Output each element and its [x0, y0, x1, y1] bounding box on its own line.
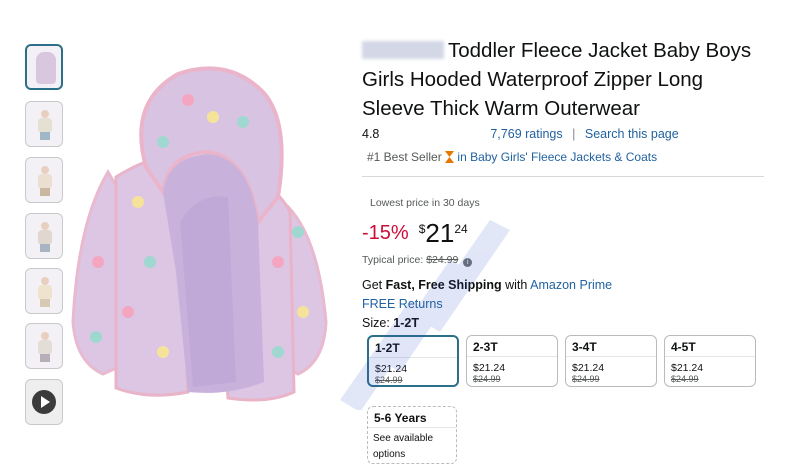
divider: [362, 176, 764, 177]
shipping-row: Get Fast, Free Shipping with Amazon Prim…: [362, 278, 612, 292]
size-option-5-6-years[interactable]: 5-6 Years See available options: [367, 406, 457, 464]
play-icon: [32, 390, 56, 414]
see-available-options: See available options: [373, 433, 434, 460]
size-option-price: $21.24: [671, 362, 704, 374]
shipping-get: Get: [362, 278, 383, 292]
info-icon[interactable]: i: [463, 258, 473, 267]
typical-price: Typical price: $24.99 i: [362, 254, 473, 267]
lowest-price-label: Lowest price in 30 days: [370, 197, 480, 209]
size-option-old-price: $24.99: [473, 374, 501, 384]
child-thumbnail-image: [37, 110, 53, 140]
thumbnail-5[interactable]: [25, 268, 63, 314]
size-label-row: Size: 1-2T: [362, 316, 419, 330]
size-option-1-2t[interactable]: 1-2T $21.24 $24.99: [367, 335, 459, 387]
best-seller-badge[interactable]: #1 Best Seller: [367, 150, 442, 164]
shipping-fast-free: Fast, Free Shipping: [385, 278, 502, 292]
thumbnail-3[interactable]: [25, 157, 63, 203]
thumbnail-1[interactable]: [25, 44, 63, 90]
typical-price-value: $24.99: [426, 254, 459, 266]
hourglass-icon: [445, 151, 455, 163]
size-option-old-price: $24.99: [572, 374, 600, 384]
size-option-price: $21.24: [473, 362, 506, 374]
ratings-count-link[interactable]: 7,769 ratings: [490, 127, 562, 141]
best-seller-category-link[interactable]: in Baby Girls' Fleece Jackets & Coats: [457, 150, 657, 164]
price-fraction: 24: [454, 222, 468, 236]
jacket-thumbnail-image: [36, 52, 56, 84]
brand-redaction: [362, 41, 444, 59]
size-option-price: $21.24: [375, 363, 408, 375]
separator: |: [572, 127, 576, 141]
best-seller-row: #1 Best Seller in Baby Girls' Fleece Jac…: [367, 150, 657, 164]
size-option-name: 1-2T: [375, 341, 400, 355]
child-thumbnail-image: [37, 332, 53, 362]
discount-percent: -15%: [362, 222, 409, 244]
child-thumbnail-image: [37, 277, 53, 307]
typical-price-label: Typical price:: [362, 254, 424, 266]
price-row: -15% $2124: [362, 218, 468, 252]
rating-value: 4.8: [362, 127, 380, 141]
child-thumbnail-image: [37, 166, 53, 196]
product-title: Toddler Fleece Jacket Baby Boys Girls Ho…: [362, 36, 762, 123]
size-option-name: 2-3T: [473, 340, 498, 354]
price-currency: $: [418, 222, 426, 236]
size-option-2-3t[interactable]: 2-3T $21.24 $24.99: [466, 335, 558, 387]
size-option-name: 3-4T: [572, 340, 597, 354]
size-option-4-5t[interactable]: 4-5T $21.24 $24.99: [664, 335, 756, 387]
thumbnail-4[interactable]: [25, 213, 63, 259]
thumbnail-6[interactable]: [25, 323, 63, 369]
amazon-prime-link[interactable]: Amazon Prime: [530, 278, 612, 292]
size-option-name: 4-5T: [671, 340, 696, 354]
size-label: Size:: [362, 316, 390, 330]
main-product-image[interactable]: [68, 62, 350, 412]
thumbnail-2[interactable]: [25, 101, 63, 147]
size-option-old-price: $24.99: [671, 374, 699, 384]
video-thumbnail[interactable]: [25, 379, 63, 425]
search-this-page-link[interactable]: Search this page: [585, 127, 679, 141]
size-option-price: $21.24: [572, 362, 605, 374]
size-option-3-4t[interactable]: 3-4T $21.24 $24.99: [565, 335, 657, 387]
size-option-old-price: $24.99: [375, 375, 403, 385]
price-whole: 21: [425, 218, 455, 248]
child-thumbnail-image: [37, 222, 53, 252]
shipping-with: with: [505, 278, 528, 292]
size-option-name: 5-6 Years: [374, 411, 427, 425]
selected-size: 1-2T: [393, 316, 419, 330]
free-returns-link[interactable]: FREE Returns: [362, 297, 443, 311]
fleece-jacket-image: [71, 66, 328, 402]
rating-row: 4.8 7,769 ratings | Search this page: [362, 127, 679, 141]
